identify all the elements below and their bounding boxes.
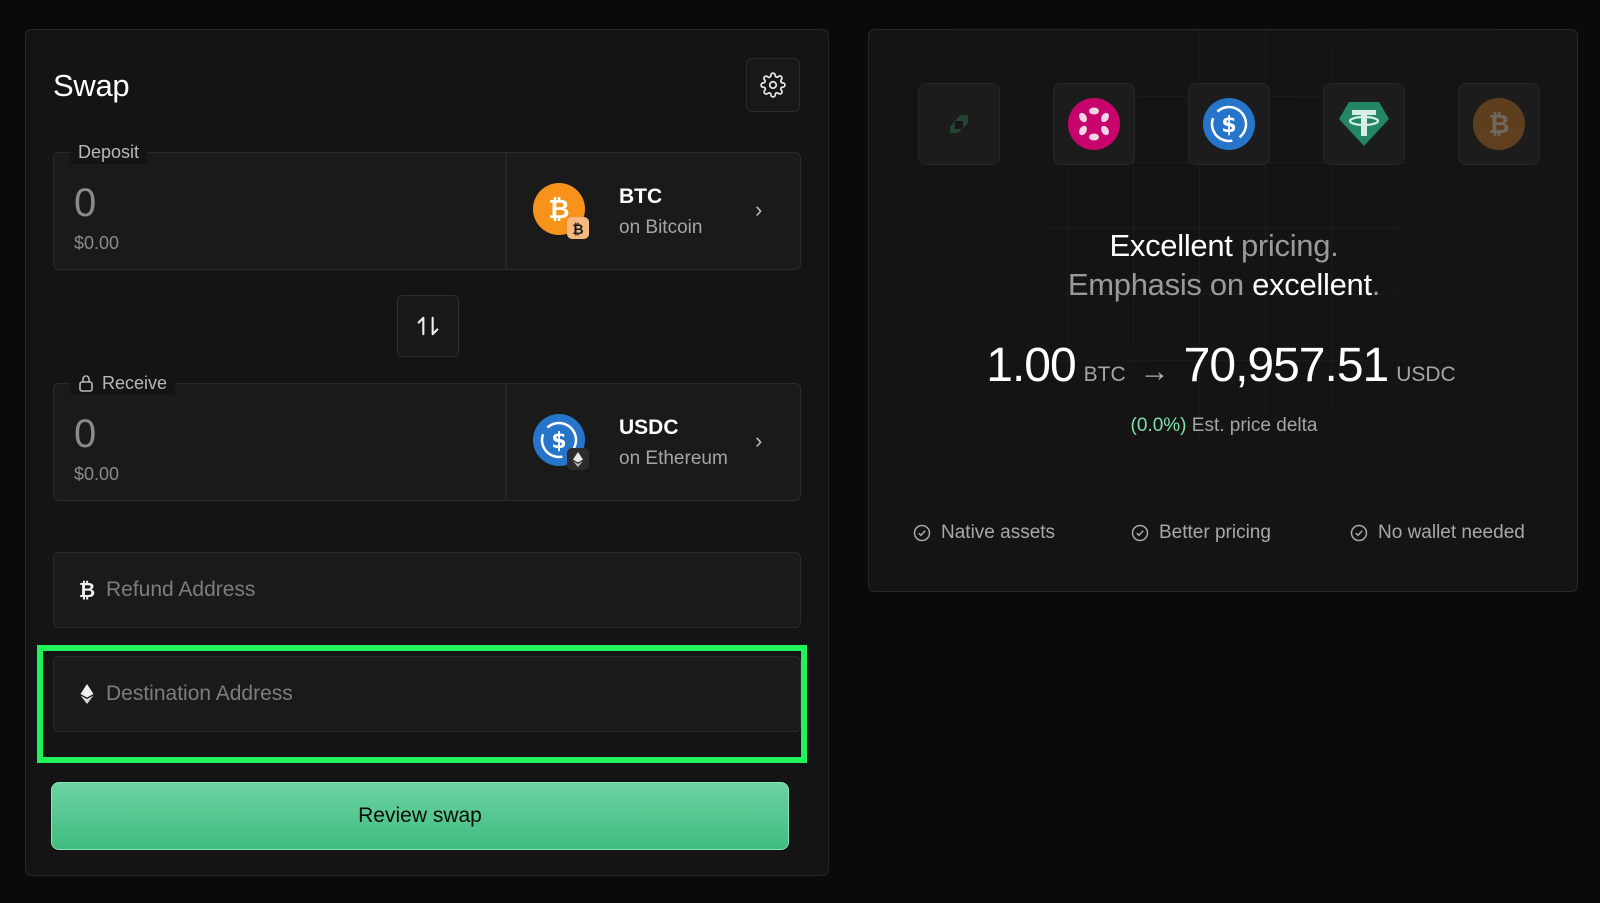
feature-label: Better pricing bbox=[1159, 522, 1271, 543]
review-swap-button[interactable]: Review swap bbox=[51, 782, 789, 850]
deposit-amount-input[interactable]: 0 bbox=[74, 181, 96, 226]
check-circle-icon bbox=[1350, 524, 1368, 542]
deposit-label-text: Deposit bbox=[78, 142, 140, 162]
deposit-box: Deposit 0 $0.00 ₿ ₿ BTC on Bitcoin › bbox=[53, 140, 802, 270]
deposit-token-selector[interactable]: ₿ ₿ BTC on Bitcoin › bbox=[505, 153, 802, 269]
swap-arrows-icon bbox=[417, 316, 439, 336]
rate-to-unit: USDC bbox=[1396, 363, 1456, 386]
rate-to-amount: 70,957.51 bbox=[1183, 339, 1390, 392]
bitcoin-icon: ₿ ₿ bbox=[533, 183, 589, 239]
flip-direction-button[interactable] bbox=[397, 295, 459, 357]
deposit-token-symbol: BTC bbox=[619, 185, 663, 208]
headline-word: excellent bbox=[1252, 267, 1372, 302]
receive-label: Receive bbox=[70, 371, 176, 395]
green-token-icon bbox=[939, 104, 979, 144]
exchange-rate: 1.00 BTC → 70,957.51 USDC bbox=[869, 338, 1577, 393]
coin-tile-2 bbox=[1053, 83, 1135, 165]
svg-text:₿: ₿ bbox=[572, 222, 583, 238]
receive-box: Receive 0 $0.00 $ USDC on Ethereum › bbox=[53, 371, 802, 501]
usdc-icon: $ bbox=[533, 414, 589, 470]
feature-item: No wallet needed bbox=[1350, 522, 1525, 544]
polkadot-icon bbox=[1068, 98, 1120, 150]
tether-icon bbox=[1339, 102, 1389, 146]
receive-token-selector[interactable]: $ USDC on Ethereum › bbox=[505, 384, 802, 500]
destination-address-input[interactable] bbox=[106, 657, 786, 731]
usdc-icon: $ bbox=[1203, 98, 1255, 150]
deposit-token-chain: on Bitcoin bbox=[619, 217, 703, 238]
rate-from-amount: 1.00 bbox=[986, 339, 1076, 392]
check-circle-icon bbox=[1131, 524, 1149, 542]
destination-address-field bbox=[53, 656, 801, 732]
price-delta-value: (0.0%) bbox=[1130, 415, 1187, 436]
headline-line-2: Emphasis on excellent. bbox=[869, 267, 1577, 303]
chevron-right-icon: › bbox=[755, 197, 763, 222]
bitcoin-icon: ₿ bbox=[79, 579, 95, 601]
feature-label: No wallet needed bbox=[1378, 522, 1525, 543]
deposit-usd-value: $0.00 bbox=[74, 233, 120, 253]
svg-text:₿: ₿ bbox=[548, 195, 569, 225]
feature-item: Native assets bbox=[913, 522, 1055, 544]
coin-tile-3: $ bbox=[1188, 83, 1270, 165]
check-circle-icon bbox=[913, 524, 931, 542]
receive-token-symbol: USDC bbox=[619, 416, 679, 439]
price-delta: (0.0%) Est. price delta bbox=[869, 415, 1577, 437]
swap-panel: Swap Deposit 0 $0.00 ₿ ₿ BTC on Bitcoin … bbox=[25, 29, 829, 876]
svg-text:$: $ bbox=[1221, 113, 1236, 138]
svg-text:₿: ₿ bbox=[79, 579, 95, 601]
headline-word: Excellent bbox=[1109, 228, 1233, 263]
headline-period: . bbox=[1371, 267, 1381, 302]
receive-usd-value: $0.00 bbox=[74, 464, 120, 484]
coin-tile-1 bbox=[918, 83, 1000, 165]
coin-tile-5: ₿ bbox=[1458, 83, 1540, 165]
ethereum-icon bbox=[80, 684, 94, 704]
svg-text:₿: ₿ bbox=[1488, 110, 1509, 140]
feature-label: Native assets bbox=[941, 522, 1056, 543]
feature-item: Better pricing bbox=[1131, 522, 1271, 544]
price-delta-label: Est. price delta bbox=[1191, 415, 1318, 436]
refund-address-field: ₿ bbox=[53, 552, 801, 628]
arrow-right-icon: → bbox=[1139, 355, 1170, 388]
receive-token-chain: on Ethereum bbox=[619, 448, 728, 469]
chevron-right-icon: › bbox=[755, 428, 763, 453]
svg-text:$: $ bbox=[551, 429, 566, 454]
bitcoin-icon: ₿ bbox=[1473, 98, 1525, 150]
swap-title: Swap bbox=[53, 68, 130, 103]
info-panel: $ ₿ Excellent pricing. Emphasis on excel… bbox=[868, 29, 1578, 592]
lock-icon bbox=[79, 375, 93, 392]
headline-line-1: Excellent pricing. bbox=[869, 228, 1577, 264]
receive-label-text: Receive bbox=[102, 373, 168, 393]
rate-from-unit: BTC bbox=[1083, 363, 1126, 386]
headline-word: pricing. bbox=[1240, 228, 1339, 263]
deposit-label: Deposit bbox=[70, 140, 148, 164]
gear-icon bbox=[760, 72, 786, 98]
headline-word: Emphasis on bbox=[1067, 267, 1244, 302]
coin-tile-4 bbox=[1323, 83, 1405, 165]
refund-address-input[interactable] bbox=[106, 553, 786, 627]
receive-amount: 0 bbox=[74, 412, 97, 456]
settings-button[interactable] bbox=[746, 58, 800, 112]
